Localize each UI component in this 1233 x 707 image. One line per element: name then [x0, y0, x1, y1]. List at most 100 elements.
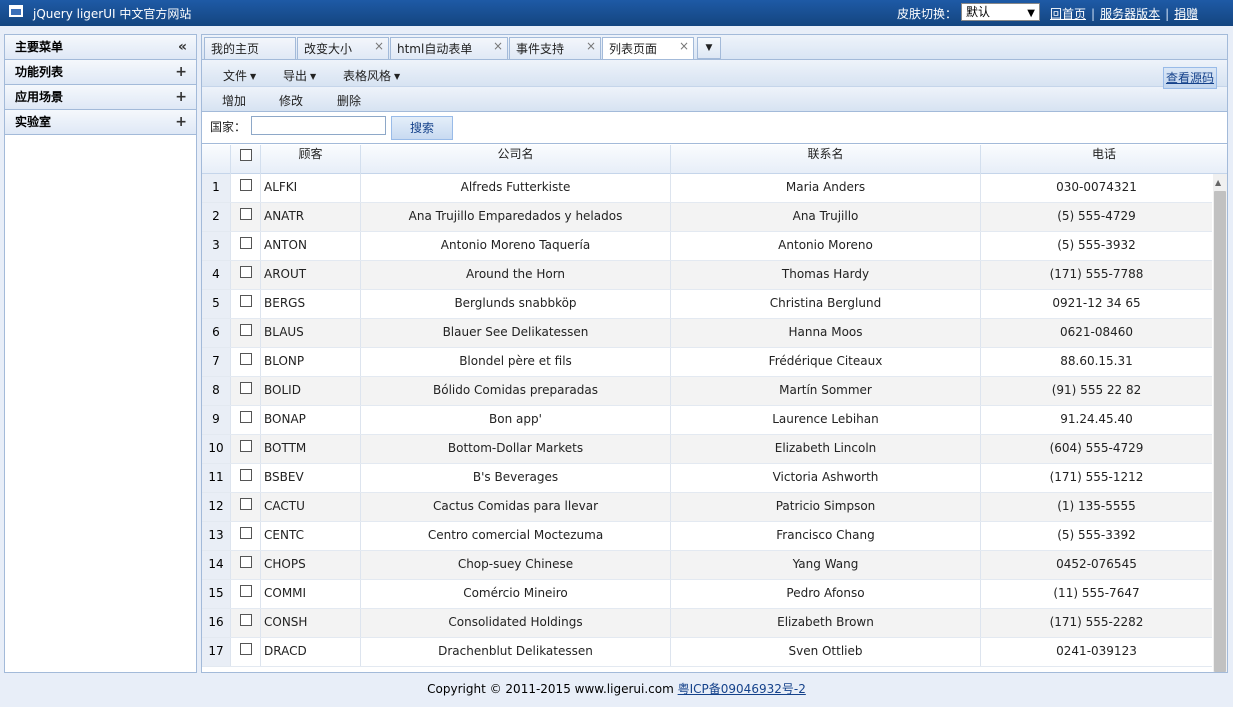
- table-row[interactable]: 10 BOTTM Bottom-Dollar Markets Elizabeth Li…: [202, 435, 1212, 464]
- table-row[interactable]: 17 DRACD Drachenblut Delikatessen Sven Ottl…: [202, 638, 1212, 667]
- tab-list-page[interactable]: 列表页面 ×: [602, 37, 694, 61]
- accordion-feature-list[interactable]: 功能列表 +: [5, 60, 196, 85]
- edit-button[interactable]: 修改: [279, 92, 303, 109]
- server-version-link[interactable]: 服务器版本: [1100, 7, 1160, 21]
- row-checkbox[interactable]: [239, 439, 252, 452]
- close-icon[interactable]: ×: [586, 35, 596, 57]
- row-select-cell[interactable]: [230, 580, 260, 608]
- tab-my-home[interactable]: 我的主页: [204, 37, 296, 60]
- row-checkbox[interactable]: [239, 526, 252, 539]
- select-all-checkbox[interactable]: [239, 148, 252, 161]
- select-all-header[interactable]: [230, 145, 260, 174]
- add-button[interactable]: 增加: [222, 92, 246, 109]
- accordion-main-menu[interactable]: 主要菜单 «: [5, 35, 196, 60]
- table-row[interactable]: 15 COMMI Comércio Mineiro Pedro Afonso (11) …: [202, 580, 1212, 609]
- row-select-cell[interactable]: [230, 406, 260, 434]
- table-row[interactable]: 2 ANATR Ana Trujillo Emparedados y helados…: [202, 203, 1212, 232]
- expand-icon[interactable]: +: [175, 110, 187, 134]
- menu-label: 表格风格: [343, 69, 392, 83]
- cell-phone: 0621-08460: [980, 319, 1212, 347]
- expand-icon[interactable]: +: [175, 85, 187, 109]
- column-header-phone[interactable]: 电话: [980, 145, 1227, 174]
- table-row[interactable]: 4 AROUT Around the Horn Thomas Hardy (171) 5…: [202, 261, 1212, 290]
- view-source-button[interactable]: 查看源码: [1163, 67, 1217, 89]
- cell-phone: (604) 555-4729: [980, 435, 1212, 463]
- accordion-lab[interactable]: 实验室 +: [5, 110, 196, 135]
- row-select-cell[interactable]: [230, 232, 260, 260]
- table-row[interactable]: 16 CONSH Consolidated Holdings Elizabeth Br…: [202, 609, 1212, 638]
- row-select-cell[interactable]: [230, 522, 260, 550]
- row-checkbox[interactable]: [239, 613, 252, 626]
- row-checkbox[interactable]: [239, 381, 252, 394]
- row-select-cell[interactable]: [230, 290, 260, 318]
- table-row[interactable]: 11 BSBEV B's Beverages Victoria Ashworth (17…: [202, 464, 1212, 493]
- row-checkbox[interactable]: [239, 294, 252, 307]
- row-checkbox[interactable]: [239, 497, 252, 510]
- close-icon[interactable]: ×: [493, 35, 503, 57]
- menu-file[interactable]: 文件 ▼: [223, 67, 256, 84]
- table-row[interactable]: 9 BONAP Bon app' Laurence Lebihan 91.24.45.4…: [202, 406, 1212, 435]
- row-checkbox[interactable]: [239, 323, 252, 336]
- grid-scrollbar[interactable]: ▲: [1213, 174, 1227, 672]
- tab-resize[interactable]: 改变大小 ×: [297, 37, 389, 60]
- home-link[interactable]: 回首页: [1050, 7, 1086, 21]
- donate-link[interactable]: 捐赠: [1174, 7, 1198, 21]
- row-select-cell[interactable]: [230, 319, 260, 347]
- row-checkbox[interactable]: [239, 555, 252, 568]
- row-checkbox[interactable]: [239, 207, 252, 220]
- close-icon[interactable]: ×: [374, 35, 384, 57]
- scroll-up-icon[interactable]: ▲: [1215, 178, 1221, 187]
- table-row[interactable]: 13 CENTC Centro comercial Moctezuma Francis…: [202, 522, 1212, 551]
- row-select-cell[interactable]: [230, 638, 260, 666]
- row-select-cell[interactable]: [230, 435, 260, 463]
- menu-export[interactable]: 导出 ▼: [283, 67, 316, 84]
- scrollbar-thumb[interactable]: [1214, 191, 1226, 672]
- row-select-cell[interactable]: [230, 261, 260, 289]
- row-checkbox[interactable]: [239, 178, 252, 191]
- row-select-cell[interactable]: [230, 377, 260, 405]
- country-input[interactable]: [251, 116, 386, 135]
- row-select-cell[interactable]: [230, 551, 260, 579]
- cell-contact: Hanna Moos: [670, 319, 980, 347]
- column-header-customer[interactable]: 顾客: [260, 145, 360, 174]
- icp-link[interactable]: 粤ICP备09046932号-2: [678, 682, 806, 696]
- table-row[interactable]: 7 BLONP Blondel père et fils Frédérique Cit…: [202, 348, 1212, 377]
- row-checkbox[interactable]: [239, 265, 252, 278]
- table-row[interactable]: 5 BERGS Berglunds snabbköp Christina Berglu…: [202, 290, 1212, 319]
- row-number: 5: [202, 290, 230, 318]
- table-row[interactable]: 3 ANTON Antonio Moreno Taquería Antonio Mor…: [202, 232, 1212, 261]
- tab-menu-button[interactable]: ▼: [697, 37, 721, 59]
- accordion-scenarios[interactable]: 应用场景 +: [5, 85, 196, 110]
- table-row[interactable]: 1 ALFKI Alfreds Futterkiste Maria Anders 030…: [202, 174, 1212, 203]
- row-select-cell[interactable]: [230, 203, 260, 231]
- row-select-cell[interactable]: [230, 348, 260, 376]
- cell-contact: Antonio Moreno: [670, 232, 980, 260]
- row-checkbox[interactable]: [239, 352, 252, 365]
- delete-button[interactable]: 删除: [337, 92, 361, 109]
- menu-grid-style[interactable]: 表格风格 ▼: [343, 67, 400, 84]
- row-checkbox[interactable]: [239, 410, 252, 423]
- row-checkbox[interactable]: [239, 468, 252, 481]
- collapse-icon[interactable]: «: [178, 35, 187, 59]
- tab-auto-form[interactable]: html自动表单 ×: [390, 37, 508, 60]
- column-header-company[interactable]: 公司名: [360, 145, 670, 174]
- row-checkbox[interactable]: [239, 642, 252, 655]
- table-row[interactable]: 12 CACTU Cactus Comidas para llevar Patrici…: [202, 493, 1212, 522]
- row-select-cell[interactable]: [230, 493, 260, 521]
- cell-company: Blondel père et fils: [360, 348, 670, 376]
- row-checkbox[interactable]: [239, 584, 252, 597]
- column-header-contact[interactable]: 联系名: [670, 145, 980, 174]
- cell-customer: AROUT: [260, 261, 360, 289]
- row-checkbox[interactable]: [239, 236, 252, 249]
- table-row[interactable]: 6 BLAUS Blauer See Delikatessen Hanna Moos 0…: [202, 319, 1212, 348]
- row-select-cell[interactable]: [230, 464, 260, 492]
- table-row[interactable]: 14 CHOPS Chop-suey Chinese Yang Wang 0452-07…: [202, 551, 1212, 580]
- table-row[interactable]: 8 BOLID Bólido Comidas preparadas Martín So…: [202, 377, 1212, 406]
- search-button[interactable]: 搜索: [391, 116, 453, 140]
- row-select-cell[interactable]: [230, 174, 260, 202]
- skin-select[interactable]: 默认 ▼: [961, 3, 1040, 21]
- tab-events[interactable]: 事件支持 ×: [509, 37, 601, 60]
- expand-icon[interactable]: +: [175, 60, 187, 84]
- close-icon[interactable]: ×: [679, 35, 689, 57]
- row-select-cell[interactable]: [230, 609, 260, 637]
